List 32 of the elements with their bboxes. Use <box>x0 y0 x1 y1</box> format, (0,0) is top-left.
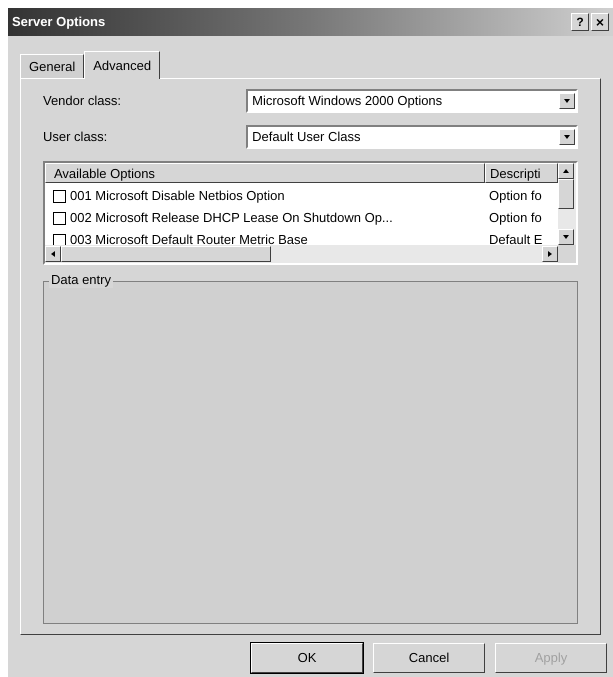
option-name: 002 Microsoft Release DHCP Lease On Shutdown Op... <box>70 209 393 228</box>
scroll-thumb[interactable] <box>558 179 574 209</box>
column-header[interactable]: Available Options <box>45 163 485 183</box>
scrollbar-corner <box>558 245 576 263</box>
user-class-dropdown[interactable]: Default User Class <box>246 125 578 149</box>
scroll-right-icon[interactable] <box>542 246 558 262</box>
scroll-thumb[interactable] <box>61 246 271 262</box>
tab[interactable]: General <box>20 54 84 78</box>
checkbox[interactable] <box>53 212 66 224</box>
tab[interactable]: Advanced <box>84 51 160 79</box>
option-name: 001 Microsoft Disable Netbios Option <box>70 187 285 206</box>
help-button[interactable]: ? <box>571 13 589 31</box>
checkbox[interactable] <box>53 234 66 245</box>
group-title: Data entry <box>49 272 113 288</box>
horizontal-scrollbar[interactable] <box>45 245 558 263</box>
dialog-button[interactable]: Cancel <box>373 643 485 673</box>
vertical-scrollbar[interactable] <box>558 163 576 263</box>
checkbox[interactable] <box>53 190 66 202</box>
scroll-up-icon[interactable] <box>558 163 574 179</box>
vendor-class-dropdown[interactable]: Microsoft Windows 2000 Options <box>246 89 578 113</box>
field-label: User class: <box>43 128 108 146</box>
scroll-down-icon[interactable] <box>558 229 574 245</box>
option-description: Option fo <box>488 209 543 228</box>
column-header[interactable]: Descripti <box>485 163 558 183</box>
window-title: Server Options <box>12 13 106 32</box>
dialog-button[interactable]: OK <box>251 643 363 673</box>
option-description: Option fo <box>488 187 543 206</box>
option-description: Default E <box>488 231 544 245</box>
option-name: 003 Microsoft Default Router Metric Base <box>70 231 308 245</box>
field-label: Vendor class: <box>43 92 122 110</box>
close-button[interactable]: × <box>591 13 609 31</box>
scroll-left-icon[interactable] <box>45 246 61 262</box>
